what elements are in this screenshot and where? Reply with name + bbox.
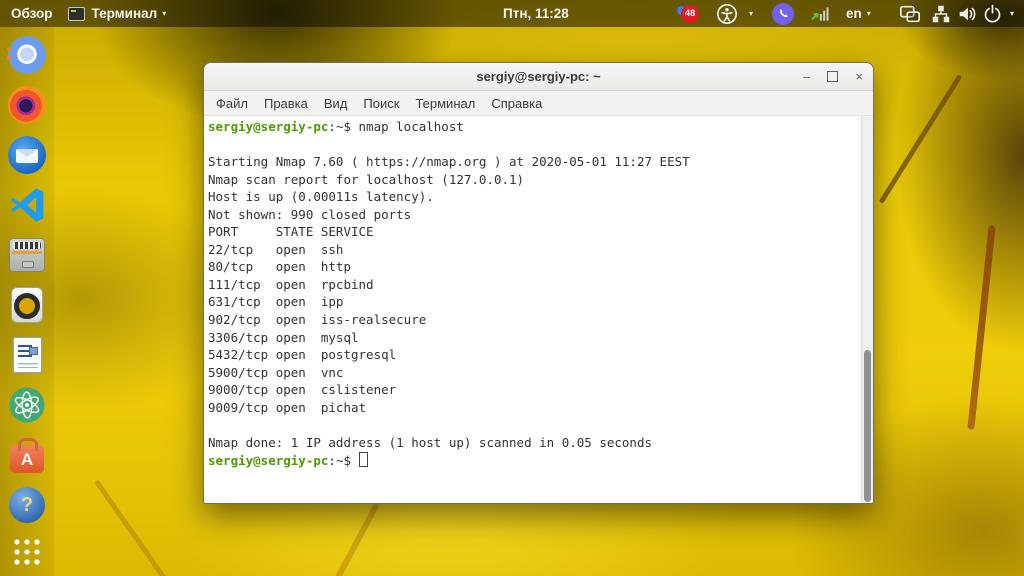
power-icon [982,3,1003,24]
rhythmbox-icon [11,287,43,323]
chromium-icon [8,36,46,74]
dock-item-files[interactable] [7,235,47,275]
dock-item-help[interactable]: ? [7,485,47,525]
accessibility-icon [716,3,738,25]
files-icon [9,238,45,272]
terminal-line [208,417,859,435]
terminal-line: sergiy@sergiy-pc:~$ nmap localhost [208,119,859,137]
terminal-line: 5900/tcp open vnc [208,365,859,383]
wired-network-menu[interactable] [930,0,952,27]
language-indicator[interactable]: en ▾ [846,0,871,27]
dock-item-ubuntu-software[interactable]: A [7,435,47,475]
window-title: sergiy@sergiy-pc: ~ [476,69,600,84]
system-menu-caret: ▾ [1005,0,1014,27]
viber-icon [772,3,794,25]
volume-icon [956,3,978,25]
dock-item-chromium[interactable] [7,35,47,75]
terminal-line [208,137,859,155]
thunderbird-icon [8,136,46,174]
terminal-line: 9000/tcp open cslistener [208,382,859,400]
activities-button[interactable]: Обзор [11,6,53,21]
viber-indicator[interactable] [772,0,794,27]
terminal-line: 902/tcp open iss-realsecure [208,312,859,330]
terminal-line: 111/tcp open rpcbind [208,277,859,295]
clock[interactable]: Птн, 11:28 [503,0,569,27]
leaf-stem [879,74,963,204]
minimize-button[interactable]: – [803,70,810,83]
dock-item-libreoffice-writer[interactable] [7,335,47,375]
terminal-screen[interactable]: sergiy@sergiy-pc:~$ nmap localhost Starti… [204,116,873,503]
terminal-window: sergiy@sergiy-pc: ~ – × ФайлПравкаВидПои… [203,62,874,504]
network-signal-icon [810,4,830,24]
accessibility-menu[interactable] [716,0,738,27]
chevron-down-icon: ▾ [867,9,871,18]
close-button[interactable]: × [855,70,863,83]
leaf-stem [967,225,995,430]
menu-item[interactable]: Правка [256,96,316,111]
dock-item-rhythmbox[interactable] [7,285,47,325]
running-indicator-dots [7,47,11,51]
terminal-line: Not shown: 990 closed ports [208,207,859,225]
chevron-down-icon: ▾ [1010,9,1014,18]
dock: A ? [0,27,54,576]
terminal-line: sergiy@sergiy-pc:~$ [208,452,859,470]
maximize-button[interactable] [827,71,838,82]
terminal-output: sergiy@sergiy-pc:~$ nmap localhost Starti… [208,119,859,470]
menu-item[interactable]: Поиск [355,96,407,111]
menu-item[interactable]: Файл [208,96,256,111]
chevron-down-icon: ▾ [749,9,753,18]
terminal-cursor [359,452,368,467]
terminal-line: Host is up (0.00011s latency). [208,189,859,207]
show-applications-icon [13,538,41,566]
dock-item-atom[interactable] [7,385,47,425]
terminal-line: 80/tcp open http [208,259,859,277]
libreoffice-writer-icon [13,337,42,373]
terminal-line: 631/tcp open ipp [208,294,859,312]
notification-badge[interactable]: 48 [681,0,699,27]
software-letter: A [21,451,33,468]
terminal-line: 3306/tcp open mysql [208,330,859,348]
wired-network-icon [930,3,952,25]
terminal-app-icon [68,7,85,21]
scrollbar [861,116,873,503]
dock-item-vscode[interactable] [7,185,47,225]
terminal-line: PORT STATE SERVICE [208,224,859,242]
dock-item-firefox[interactable] [7,85,47,125]
terminal-line: Nmap scan report for localhost (127.0.0.… [208,172,859,190]
screencast-indicator [898,0,922,27]
terminal-line: 9009/tcp open pichat [208,400,859,418]
dock-item-thunderbird[interactable] [7,135,47,175]
menu-item[interactable]: Вид [316,96,356,111]
leaf-stem [94,479,167,576]
screencast-icon [898,3,922,25]
terminal-line: Nmap done: 1 IP address (1 host up) scan… [208,435,859,453]
scrollbar-thumb[interactable] [864,350,871,502]
terminal-line: 22/tcp open ssh [208,242,859,260]
accessibility-caret: ▾ [744,0,753,27]
top-bar: Обзор Терминал ▾ Птн, 11:28 48 ▾ [0,0,1024,27]
menu-item[interactable]: Справка [483,96,550,111]
menu-bar: ФайлПравкаВидПоискТерминалСправка [204,91,873,116]
help-icon: ? [9,487,45,523]
show-applications-button[interactable] [7,535,47,565]
leaf-stem [323,503,380,576]
vscode-icon [8,186,46,224]
window-titlebar[interactable]: sergiy@sergiy-pc: ~ – × [204,63,873,91]
volume-menu[interactable] [956,0,978,27]
terminal-line: Starting Nmap 7.60 ( https://nmap.org ) … [208,154,859,172]
terminal-line: 5432/tcp open postgresql [208,347,859,365]
app-menu-button[interactable]: Терминал [92,6,158,21]
firefox-icon [8,86,46,124]
ubuntu-software-icon: A [10,445,44,473]
desktop-wallpaper: Обзор Терминал ▾ Птн, 11:28 48 ▾ [0,0,1024,576]
atom-icon [8,386,46,424]
power-menu[interactable] [982,0,1003,27]
chevron-down-icon: ▾ [162,9,166,18]
network-status-indicator[interactable] [810,0,830,27]
menu-item[interactable]: Терминал [407,96,483,111]
